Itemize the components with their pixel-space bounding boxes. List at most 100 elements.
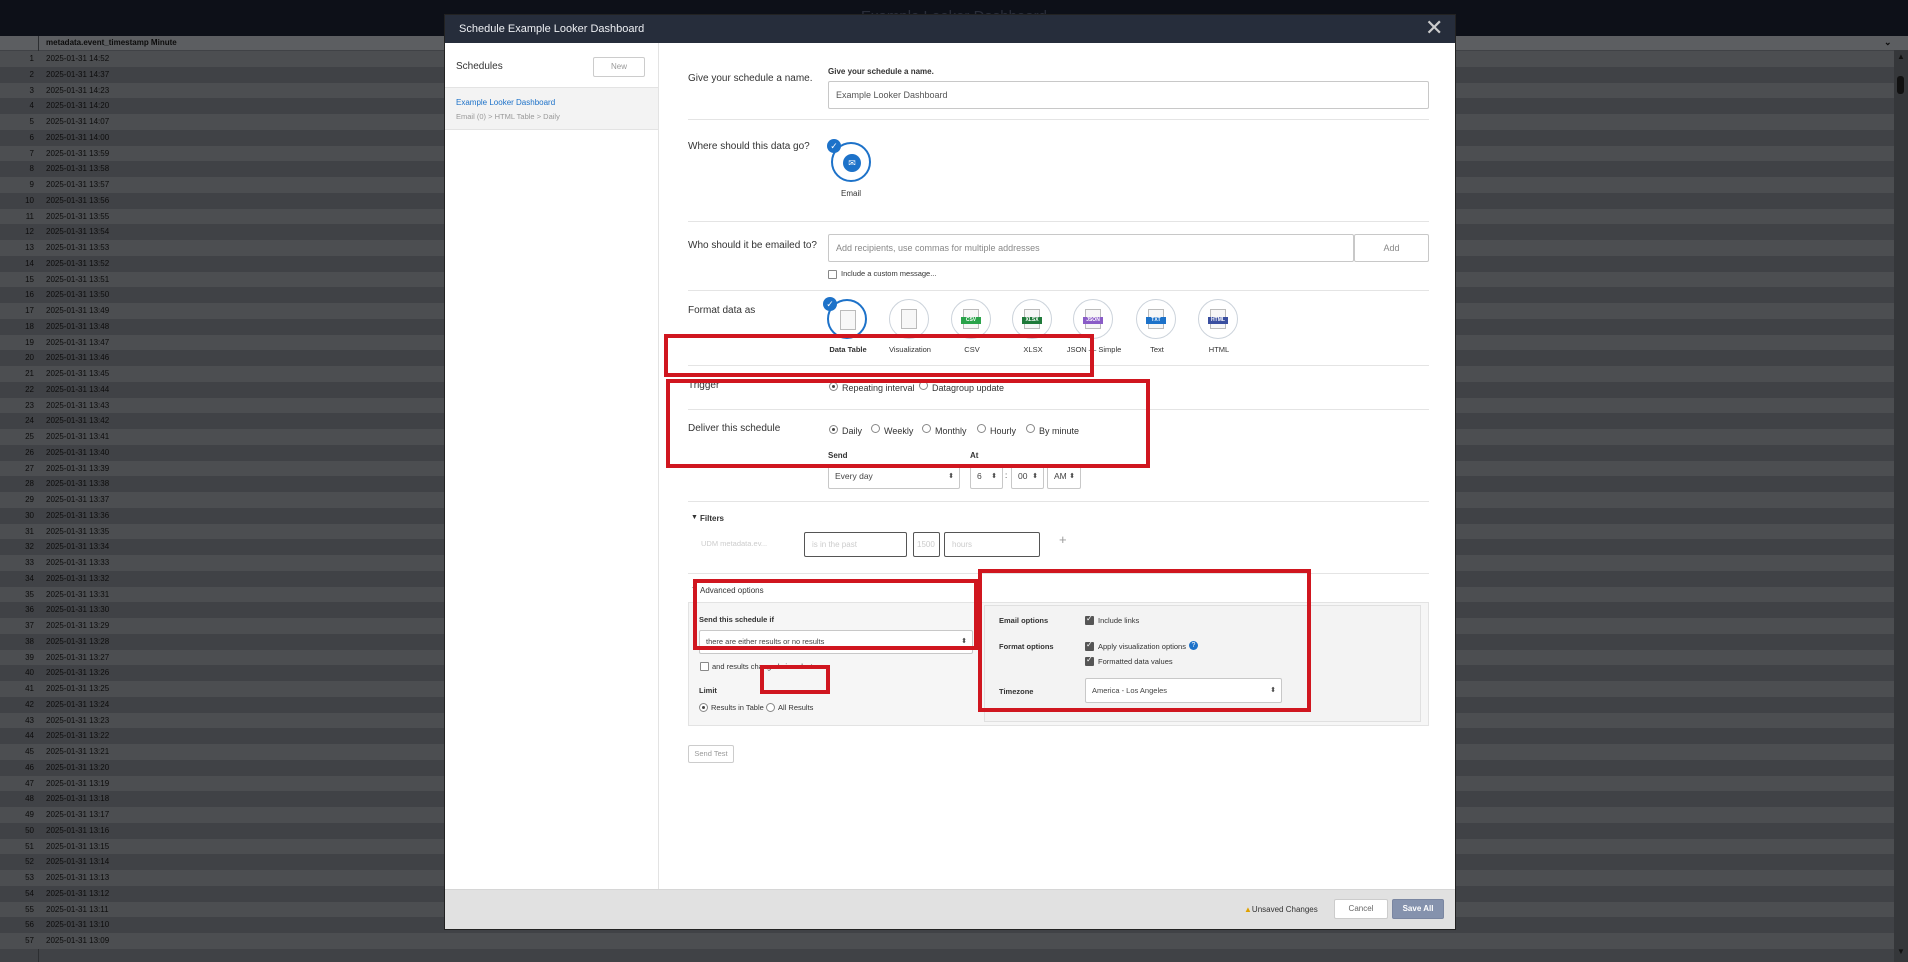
- recipients-label: Who should it be emailed to?: [688, 240, 817, 251]
- filter-unit-input[interactable]: hours: [944, 532, 1040, 557]
- timestamp-cell[interactable]: 2025-01-31 13:48: [46, 322, 109, 331]
- time-separator: :: [1005, 471, 1008, 480]
- timestamp-cell[interactable]: 2025-01-31 13:58: [46, 164, 109, 173]
- format-option-3[interactable]: CSV: [951, 299, 991, 339]
- limit-all-radio[interactable]: [766, 703, 775, 712]
- timestamp-cell[interactable]: 2025-01-31 13:10: [46, 920, 109, 929]
- timestamp-cell[interactable]: 2025-01-31 13:27: [46, 653, 109, 662]
- format-option-5[interactable]: JSON: [1073, 299, 1113, 339]
- timestamp-cell[interactable]: 2025-01-31 13:59: [46, 149, 109, 158]
- timestamp-cell[interactable]: 2025-01-31 13:29: [46, 621, 109, 630]
- timestamp-cell[interactable]: 2025-01-31 14:52: [46, 54, 109, 63]
- filter-number-input[interactable]: 1500: [913, 532, 940, 557]
- timestamp-cell[interactable]: 2025-01-31 13:25: [46, 684, 109, 693]
- scroll-down-icon[interactable]: ▼: [1897, 947, 1905, 956]
- timestamp-cell[interactable]: 2025-01-31 13:51: [46, 275, 109, 284]
- timestamp-cell[interactable]: 2025-01-31 13:54: [46, 227, 109, 236]
- timestamp-cell[interactable]: 2025-01-31 13:42: [46, 416, 109, 425]
- timestamp-cell[interactable]: 2025-01-31 13:56: [46, 196, 109, 205]
- recipients-input[interactable]: Add recipients, use commas for multiple …: [828, 234, 1354, 262]
- timestamp-cell[interactable]: 2025-01-31 13:44: [46, 385, 109, 394]
- timestamp-cell[interactable]: 2025-01-31 13:14: [46, 857, 109, 866]
- column-header[interactable]: metadata.event_timestamp Minute: [46, 38, 177, 47]
- scroll-up-icon[interactable]: ▲: [1897, 52, 1905, 61]
- timestamp-cell[interactable]: 2025-01-31 13:36: [46, 511, 109, 520]
- timestamp-cell[interactable]: 2025-01-31 13:33: [46, 558, 109, 567]
- envelope-icon: ✉: [843, 154, 861, 172]
- timestamp-cell[interactable]: 2025-01-31 13:52: [46, 259, 109, 268]
- format-option-4[interactable]: XLSX: [1012, 299, 1052, 339]
- highlight-send-if: [693, 579, 978, 650]
- timestamp-cell[interactable]: 2025-01-31 13:24: [46, 700, 109, 709]
- timestamp-cell[interactable]: 2025-01-31 13:43: [46, 401, 109, 410]
- unsaved-changes: ▲Unsaved Changes: [1244, 905, 1318, 914]
- add-filter-icon[interactable]: +: [1059, 532, 1067, 547]
- timestamp-cell[interactable]: 2025-01-31 13:22: [46, 731, 109, 740]
- save-all-button[interactable]: Save All: [1392, 899, 1444, 919]
- timestamp-cell[interactable]: 2025-01-31 13:20: [46, 763, 109, 772]
- chevron-down-icon[interactable]: ⌄: [1884, 37, 1892, 48]
- timestamp-cell[interactable]: 2025-01-31 14:37: [46, 70, 109, 79]
- row-number: 7: [29, 148, 34, 158]
- timestamp-cell[interactable]: 2025-01-31 13:45: [46, 369, 109, 378]
- timestamp-cell[interactable]: 2025-01-31 13:13: [46, 873, 109, 882]
- timestamp-cell[interactable]: 2025-01-31 14:07: [46, 117, 109, 126]
- format-option-6[interactable]: TXT: [1136, 299, 1176, 339]
- format-option-label: HTML: [1208, 345, 1230, 354]
- timestamp-cell[interactable]: 2025-01-31 13:09: [46, 936, 109, 945]
- timestamp-cell[interactable]: 2025-01-31 13:46: [46, 353, 109, 362]
- new-schedule-button[interactable]: New: [593, 57, 645, 77]
- vertical-scrollbar[interactable]: ▲ ▼: [1894, 50, 1908, 962]
- timestamp-cell[interactable]: 2025-01-31 13:30: [46, 605, 109, 614]
- timestamp-cell[interactable]: 2025-01-31 13:26: [46, 668, 109, 677]
- timestamp-cell[interactable]: 2025-01-31 13:39: [46, 464, 109, 473]
- timestamp-cell[interactable]: 2025-01-31 13:21: [46, 747, 109, 756]
- timestamp-cell[interactable]: 2025-01-31 13:37: [46, 495, 109, 504]
- format-option-7[interactable]: HTML: [1198, 299, 1238, 339]
- filters-chevron-icon[interactable]: ▼: [691, 514, 698, 521]
- timestamp-cell[interactable]: 2025-01-31 13:53: [46, 243, 109, 252]
- limit-table-radio[interactable]: [699, 703, 708, 712]
- timestamp-cell[interactable]: 2025-01-31 13:55: [46, 212, 109, 221]
- close-icon[interactable]: ✕: [1425, 17, 1443, 39]
- timestamp-cell[interactable]: 2025-01-31 13:16: [46, 826, 109, 835]
- scrollbar-thumb[interactable]: [1897, 76, 1904, 94]
- timestamp-cell[interactable]: 2025-01-31 13:12: [46, 889, 109, 898]
- timestamp-cell[interactable]: 2025-01-31 13:50: [46, 290, 109, 299]
- timestamp-cell[interactable]: 2025-01-31 13:18: [46, 794, 109, 803]
- timestamp-cell[interactable]: 2025-01-31 14:20: [46, 101, 109, 110]
- timestamp-cell[interactable]: 2025-01-31 13:23: [46, 716, 109, 725]
- add-recipient-button[interactable]: Add: [1354, 234, 1429, 262]
- row-number: 36: [25, 605, 34, 615]
- timestamp-cell[interactable]: 2025-01-31 13:31: [46, 590, 109, 599]
- schedule-list-item[interactable]: Example Looker Dashboard Email (0) > HTM…: [445, 88, 658, 130]
- timestamp-cell[interactable]: 2025-01-31 13:32: [46, 574, 109, 583]
- timestamp-cell[interactable]: 2025-01-31 13:34: [46, 542, 109, 551]
- timestamp-cell[interactable]: 2025-01-31 13:40: [46, 448, 109, 457]
- timestamp-cell[interactable]: 2025-01-31 13:15: [46, 842, 109, 851]
- timestamp-cell[interactable]: 2025-01-31 14:00: [46, 133, 109, 142]
- filter-operator-input[interactable]: is in the past: [804, 532, 907, 557]
- format-option-2[interactable]: [889, 299, 929, 339]
- timestamp-cell[interactable]: 2025-01-31 13:47: [46, 338, 109, 347]
- timestamp-cell[interactable]: 2025-01-31 14:23: [46, 86, 109, 95]
- timestamp-cell[interactable]: 2025-01-31 13:49: [46, 306, 109, 315]
- timestamp-cell[interactable]: 2025-01-31 13:35: [46, 527, 109, 536]
- timestamp-cell[interactable]: 2025-01-31 13:57: [46, 180, 109, 189]
- cancel-button[interactable]: Cancel: [1334, 899, 1388, 919]
- timestamp-cell[interactable]: 2025-01-31 13:19: [46, 779, 109, 788]
- row-number: 11: [25, 211, 34, 221]
- timestamp-cell[interactable]: 2025-01-31 13:38: [46, 479, 109, 488]
- filters-label[interactable]: Filters: [700, 514, 724, 523]
- timestamp-cell[interactable]: 2025-01-31 13:11: [46, 905, 109, 914]
- timestamp-cell[interactable]: 2025-01-31 13:17: [46, 810, 109, 819]
- results-changed-checkbox[interactable]: [700, 662, 709, 671]
- table-row[interactable]: 57 2025-01-31 13:09: [0, 933, 1900, 949]
- send-test-button[interactable]: Send Test: [688, 745, 734, 763]
- format-badge: TXT: [1146, 317, 1166, 324]
- timestamp-cell[interactable]: 2025-01-31 13:28: [46, 637, 109, 646]
- custom-message-checkbox[interactable]: [828, 270, 837, 279]
- schedule-name-input[interactable]: Example Looker Dashboard: [828, 81, 1429, 109]
- row-number: 33: [25, 558, 34, 567]
- timestamp-cell[interactable]: 2025-01-31 13:41: [46, 432, 109, 441]
